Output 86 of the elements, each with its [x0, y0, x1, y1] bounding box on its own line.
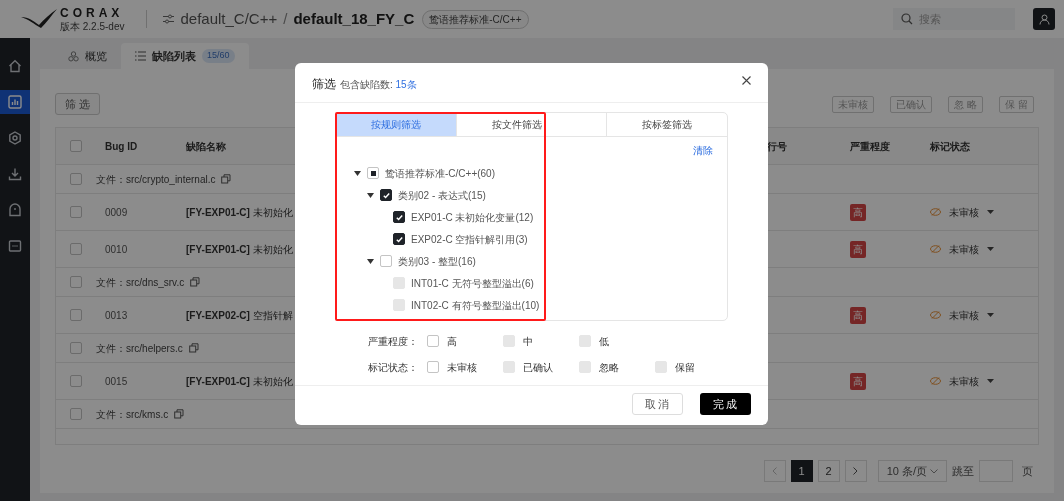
copy-icon[interactable] [174, 409, 185, 419]
file-path: 文件：src/helpers.c [96, 341, 183, 356]
filter-tab[interactable]: 按规则筛选 [336, 113, 456, 136]
confirm-button[interactable]: 完成 [700, 393, 751, 415]
search-icon [901, 13, 913, 25]
filter-label: 严重程度： [368, 334, 419, 349]
column-header: 标记状态 [930, 140, 970, 152]
eye-off-icon [930, 245, 941, 253]
status-dropdown[interactable]: 未审核 [949, 307, 979, 323]
tree-item-label[interactable]: EXP02-C 空指针解引用(3) [411, 231, 528, 247]
filter-label: 标记状态： [368, 360, 419, 375]
column-header: 缺陷名称 [186, 140, 226, 152]
tree-item-label[interactable]: 鸷语推荐标准-C/C++(60) [385, 165, 495, 181]
chevron-left-icon [772, 467, 778, 475]
status-dropdown[interactable]: 未审核 [949, 373, 979, 389]
option-label[interactable]: 高 [447, 333, 457, 349]
tree-item-label[interactable]: EXP01-C 未初始化变量(12) [411, 209, 534, 225]
avatar-button[interactable] [1033, 8, 1055, 30]
settings-icon[interactable] [8, 131, 22, 145]
bug-name[interactable]: [FY-EXP01-C] 未初始化 [186, 206, 293, 218]
page-unit: 页 [1022, 463, 1033, 479]
option-label[interactable]: 未审核 [447, 359, 477, 375]
bug-name[interactable]: [FY-EXP01-C] 未初始化 [186, 375, 293, 387]
column-header: 严重程度 [850, 140, 890, 152]
file-path: 文件：src/kms.c [96, 407, 169, 422]
filter-tab[interactable]: 按标签筛选 [606, 113, 727, 136]
bug-id: 0009 [105, 206, 128, 218]
close-icon[interactable] [742, 76, 751, 85]
bell-icon[interactable] [8, 203, 22, 217]
defect-count: 包含缺陷数: 15条 [340, 78, 417, 92]
list-icon [135, 51, 146, 61]
eye-off-icon [930, 208, 941, 216]
page-button[interactable]: 2 [817, 460, 840, 482]
caret-icon[interactable] [366, 258, 374, 264]
project-name[interactable]: default_C/C++ [180, 7, 278, 31]
column-header: Bug ID [105, 140, 138, 152]
tree-item-label[interactable]: 类别02 - 表达式(15) [398, 187, 486, 203]
chart-icon[interactable] [8, 95, 22, 109]
severity-badge: 高 [850, 240, 866, 258]
jump-label: 跳至 [952, 463, 974, 479]
user-icon [1038, 13, 1050, 25]
tab[interactable]: 缺陷列表 15/60 [121, 43, 249, 69]
logo-text: CORAX [60, 6, 125, 19]
caret-icon[interactable] [366, 192, 374, 198]
eye-off-icon [930, 311, 941, 319]
file-path: 文件：src/dns_srv.c [96, 275, 185, 290]
file-path: 文件：src/crypto_internal.c [96, 172, 216, 187]
checkbox[interactable] [393, 211, 405, 223]
bug-name[interactable]: [FY-EXP02-C] 空指针解 [186, 309, 293, 321]
caret-icon[interactable] [353, 170, 361, 176]
task-name: default_18_FY_C [293, 8, 415, 29]
download-icon[interactable] [8, 167, 22, 181]
filter-button[interactable]: 筛 选 [55, 93, 101, 115]
bug-id: 0010 [105, 243, 128, 255]
dialog-title: 筛选 [312, 76, 336, 93]
status-dropdown[interactable]: 未审核 [949, 241, 979, 257]
logo-icon [20, 8, 58, 30]
eye-off-icon [930, 377, 941, 385]
chevron-right-icon [853, 467, 859, 475]
status-dropdown[interactable]: 未审核 [949, 204, 979, 220]
severity-badge: 高 [850, 306, 866, 324]
version-label: 版本 2.2.5-dev [60, 21, 125, 32]
count-badge: 15/60 [202, 49, 235, 63]
tab[interactable]: 概览 [54, 43, 121, 69]
checkbox[interactable] [393, 233, 405, 245]
home-icon[interactable] [8, 59, 22, 73]
copy-icon[interactable] [221, 174, 232, 184]
severity-badge: 高 [850, 203, 866, 221]
cancel-button[interactable]: 取消 [632, 393, 683, 415]
severity-badge: 高 [850, 372, 866, 390]
card-icon[interactable] [8, 239, 22, 253]
sliders-icon[interactable] [163, 14, 175, 24]
copy-icon[interactable] [190, 277, 201, 287]
page-button[interactable]: 1 [790, 460, 813, 482]
chevron-down-icon [930, 468, 938, 474]
bug-id: 0015 [105, 375, 128, 387]
tree-item-label[interactable]: 类别03 - 整型(16) [398, 253, 476, 269]
checkbox[interactable] [380, 189, 392, 201]
path-separator: / [283, 8, 288, 29]
rule-tag: 鸷语推荐标准-C/C++ [422, 9, 529, 29]
copy-icon[interactable] [188, 343, 199, 353]
bug-id: 0013 [105, 309, 128, 321]
circles-icon [68, 50, 79, 62]
page-size-select[interactable]: 10 条/页 [877, 460, 947, 482]
bug-name[interactable]: [FY-EXP01-C] 未初始化 [186, 243, 293, 255]
clear-link[interactable]: 清除 [693, 143, 713, 158]
